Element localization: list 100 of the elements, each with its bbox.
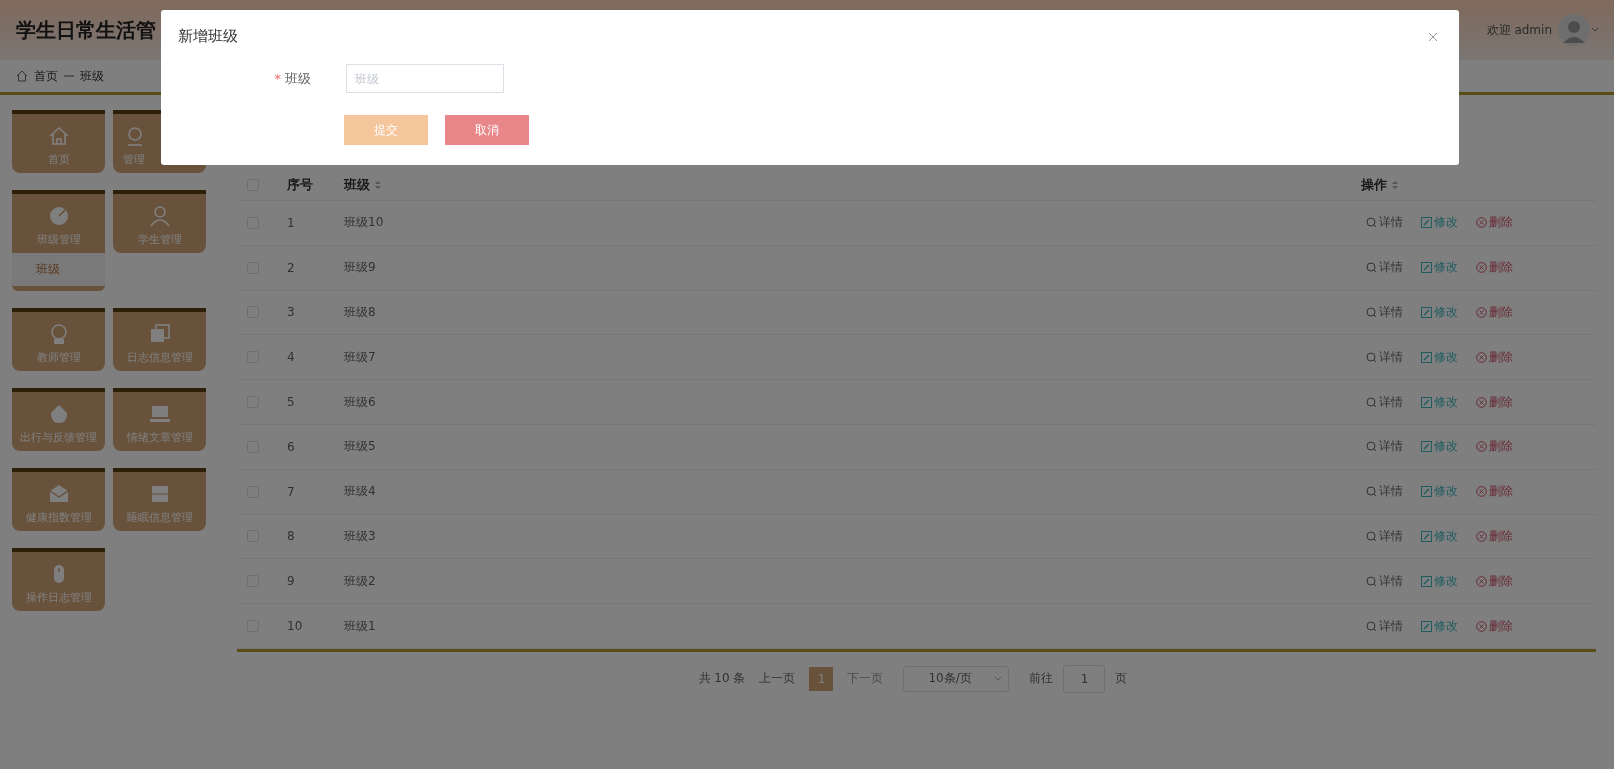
delete-icon xyxy=(1476,351,1487,363)
table-cell-text: 班级4 xyxy=(344,483,377,501)
welcome-text: 欢迎 admin xyxy=(1486,21,1552,39)
page-button[interactable]: 1 xyxy=(809,666,834,691)
delete-link[interactable]: 删除 xyxy=(1476,305,1513,320)
detail-link[interactable]: 详情 xyxy=(1366,305,1403,320)
search-icon xyxy=(1366,396,1377,408)
search-icon xyxy=(1366,575,1377,587)
input-field[interactable]: 班级 xyxy=(346,64,504,93)
detail-link[interactable]: 详情 xyxy=(1366,349,1403,365)
search-icon xyxy=(1366,307,1377,318)
edit-icon xyxy=(1421,262,1432,274)
table-cell-text: 2 xyxy=(287,260,296,275)
page-size-select[interactable]: 10条/页 xyxy=(903,665,1010,692)
table-cell-text: 班级6 xyxy=(344,393,377,411)
edit-icon xyxy=(1421,351,1432,363)
table-cell-text: 3 xyxy=(287,305,296,320)
detail-link[interactable]: 详情 xyxy=(1366,484,1403,500)
search-icon xyxy=(1366,262,1377,274)
edit-icon xyxy=(1421,575,1432,587)
breadcrumb-item[interactable]: 班级 xyxy=(80,67,104,85)
detail-link[interactable]: 详情 xyxy=(1366,394,1403,410)
dialog-title: 新增班级 xyxy=(178,27,238,46)
column-header: 操作 xyxy=(1361,176,1387,194)
avatar-icon xyxy=(1558,14,1590,46)
goto-label: 前往 xyxy=(1029,670,1054,688)
edit-link[interactable]: 修改 xyxy=(1421,394,1458,410)
prev-page-button[interactable]: 上一页 xyxy=(759,670,796,688)
search-icon xyxy=(1366,620,1377,632)
delete-link[interactable]: 删除 xyxy=(1476,484,1513,500)
detail-link[interactable]: 详情 xyxy=(1366,573,1403,589)
delete-icon xyxy=(1476,486,1487,498)
edit-icon xyxy=(1421,530,1432,542)
person-icon xyxy=(147,204,172,228)
table-cell-text: 7 xyxy=(287,484,296,499)
table-cell-text: 班级1 xyxy=(344,617,377,635)
detail-link[interactable]: 详情 xyxy=(1366,439,1403,455)
table-cell-text: 班级10 xyxy=(344,214,385,232)
edit-link[interactable]: 修改 xyxy=(1421,305,1458,320)
table-cell-text: 1 xyxy=(287,215,296,230)
delete-link[interactable]: 删除 xyxy=(1476,528,1513,544)
detail-link[interactable]: 详情 xyxy=(1366,618,1403,634)
detail-link[interactable]: 详情 xyxy=(1366,260,1403,276)
delete-link[interactable]: 删除 xyxy=(1476,573,1513,589)
edit-link[interactable]: 修改 xyxy=(1421,260,1458,276)
table-cell-text: 班级2 xyxy=(344,572,377,590)
delete-link[interactable]: 删除 xyxy=(1476,439,1513,455)
delete-link[interactable]: 删除 xyxy=(1476,215,1513,231)
edit-link[interactable]: 修改 xyxy=(1421,215,1458,231)
delete-icon xyxy=(1476,396,1487,408)
edit-icon xyxy=(1421,620,1432,632)
page-suffix: 页 xyxy=(1115,670,1128,688)
required-mark: * xyxy=(274,70,281,86)
detail-link[interactable]: 详情 xyxy=(1366,528,1403,544)
edit-link[interactable]: 修改 xyxy=(1421,573,1458,589)
search-icon xyxy=(1366,351,1377,363)
breadcrumb-item[interactable]: 首页 xyxy=(34,67,58,85)
search-icon xyxy=(1366,486,1377,498)
page-input[interactable]: 1 xyxy=(1063,664,1106,693)
delete-icon xyxy=(1476,530,1487,542)
table-cell-text: 班级9 xyxy=(344,259,377,277)
delete-link[interactable]: 删除 xyxy=(1476,260,1513,276)
edit-link[interactable]: 修改 xyxy=(1421,349,1458,365)
table-cell-text: 班级7 xyxy=(344,348,377,366)
delete-icon xyxy=(1476,441,1487,453)
detail-link[interactable]: 详情 xyxy=(1366,215,1403,231)
edit-link[interactable]: 修改 xyxy=(1421,618,1458,634)
submit-button[interactable]: 提交 xyxy=(344,115,428,145)
edit-link[interactable]: 修改 xyxy=(1421,484,1458,500)
separator-icon xyxy=(64,72,74,80)
delete-icon xyxy=(1476,262,1487,274)
delete-link[interactable]: 删除 xyxy=(1476,618,1513,634)
home-icon xyxy=(16,70,28,82)
edit-icon xyxy=(1421,396,1432,408)
close-icon xyxy=(1428,31,1438,42)
table-cell-text: 9 xyxy=(287,574,296,589)
table-cell-text: 班级3 xyxy=(344,527,377,545)
delete-icon xyxy=(1476,620,1487,632)
total-count: 共 10 条 xyxy=(698,670,746,688)
app-title: 学生日常生活管 xyxy=(16,16,156,44)
delete-icon xyxy=(1476,575,1487,587)
submenu-item[interactable]: 班级 xyxy=(12,257,105,282)
table-cell-text: 5 xyxy=(287,395,296,410)
table-cell-text: 4 xyxy=(287,350,296,365)
edit-link[interactable]: 修改 xyxy=(1421,439,1458,455)
cancel-button[interactable]: 取消 xyxy=(445,115,529,145)
delete-icon xyxy=(1476,307,1487,318)
delete-icon xyxy=(1476,217,1487,229)
edit-icon xyxy=(1421,217,1432,229)
column-header: 班级 xyxy=(344,176,370,194)
table-cell-text: 10 xyxy=(287,619,304,634)
edit-icon xyxy=(1421,441,1432,453)
edit-icon xyxy=(1421,307,1432,318)
table-cell-text: 班级8 xyxy=(344,304,377,321)
edit-link[interactable]: 修改 xyxy=(1421,528,1458,544)
delete-link[interactable]: 删除 xyxy=(1476,349,1513,365)
search-icon xyxy=(1366,441,1377,453)
table-cell-text: 6 xyxy=(287,439,296,454)
delete-link[interactable]: 删除 xyxy=(1476,394,1513,410)
table-cell-text: 班级5 xyxy=(344,438,377,456)
